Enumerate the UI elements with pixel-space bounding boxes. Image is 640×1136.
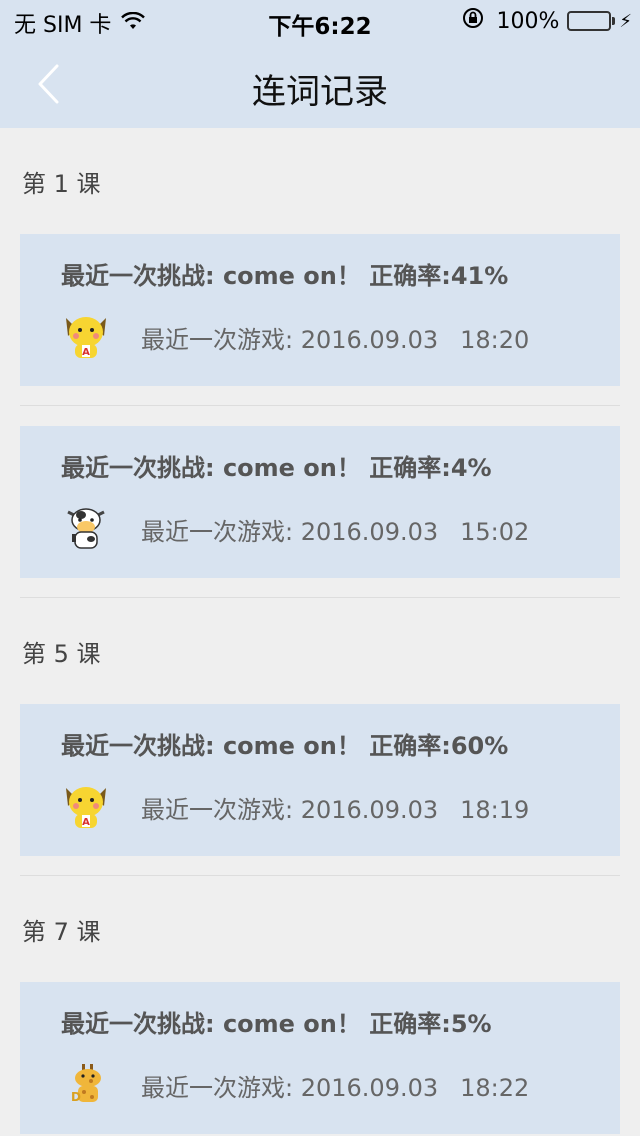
svg-text:A: A: [82, 347, 90, 358]
yellow-puppy-avatar-icon: A: [58, 306, 114, 362]
challenge-result: 最近一次挑战: come on！ 正确率:4%: [61, 454, 492, 482]
battery-icon: [567, 11, 616, 31]
challenge-result: 最近一次挑战: come on！ 正确率:41%: [61, 262, 509, 290]
page-title: 连词记录: [252, 72, 388, 112]
nav-bar: 连词记录: [0, 40, 640, 128]
battery-percent: 100%: [496, 8, 560, 34]
last-game-time: 15:02: [460, 518, 530, 546]
challenge-result: 最近一次挑战: come on！ 正确率:60%: [61, 732, 509, 760]
last-game-date: 最近一次游戏: 2016.09.03: [141, 518, 439, 546]
lesson-header: 第 7 课: [22, 918, 101, 946]
challenge-result: 最近一次挑战: come on！ 正确率:5%: [61, 1010, 492, 1038]
record-card[interactable]: 最近一次挑战: come on！ 正确率:60% A 最近一次游戏: 2016.…: [20, 704, 620, 856]
charging-icon: ⚡: [619, 10, 632, 32]
lesson-header: 第 5 课: [22, 640, 101, 668]
last-game-info: 最近一次游戏: 2016.09.03 18:20: [141, 320, 529, 355]
last-game-info: 最近一次游戏: 2016.09.03 15:02: [141, 512, 529, 547]
svg-text:A: A: [82, 817, 90, 828]
last-game-info: 最近一次游戏: 2016.09.03 18:22: [141, 1068, 529, 1103]
lesson-header: 第 1 课: [22, 170, 101, 198]
record-card[interactable]: 最近一次挑战: come on！ 正确率:5% D 最近一次游戏: 2016.0…: [20, 982, 620, 1134]
yellow-puppy-avatar-icon: A: [58, 776, 114, 832]
record-card[interactable]: 最近一次挑战: come on！ 正确率:4% 最近一次游戏: 2016.09.…: [20, 426, 620, 578]
giraffe-avatar-icon: D: [58, 1054, 114, 1110]
divider: [20, 875, 620, 876]
svg-text:D: D: [71, 1090, 81, 1104]
record-card[interactable]: 最近一次挑战: come on！ 正确率:41% A 最近一次游戏: 2016.…: [20, 234, 620, 386]
last-game-time: 18:22: [460, 1074, 530, 1102]
status-right: 100% ⚡: [462, 7, 632, 35]
last-game-date: 最近一次游戏: 2016.09.03: [141, 1074, 439, 1102]
last-game-time: 18:20: [460, 326, 530, 354]
rotation-lock-icon: [462, 7, 484, 35]
last-game-date: 最近一次游戏: 2016.09.03: [141, 326, 439, 354]
last-game-info: 最近一次游戏: 2016.09.03 18:19: [141, 790, 529, 825]
last-game-time: 18:19: [460, 796, 530, 824]
divider: [20, 405, 620, 406]
status-bar: 无 SIM 卡 下午6:22 100% ⚡: [0, 0, 640, 40]
last-game-date: 最近一次游戏: 2016.09.03: [141, 796, 439, 824]
divider: [20, 597, 620, 598]
cow-avatar-icon: [58, 498, 114, 554]
